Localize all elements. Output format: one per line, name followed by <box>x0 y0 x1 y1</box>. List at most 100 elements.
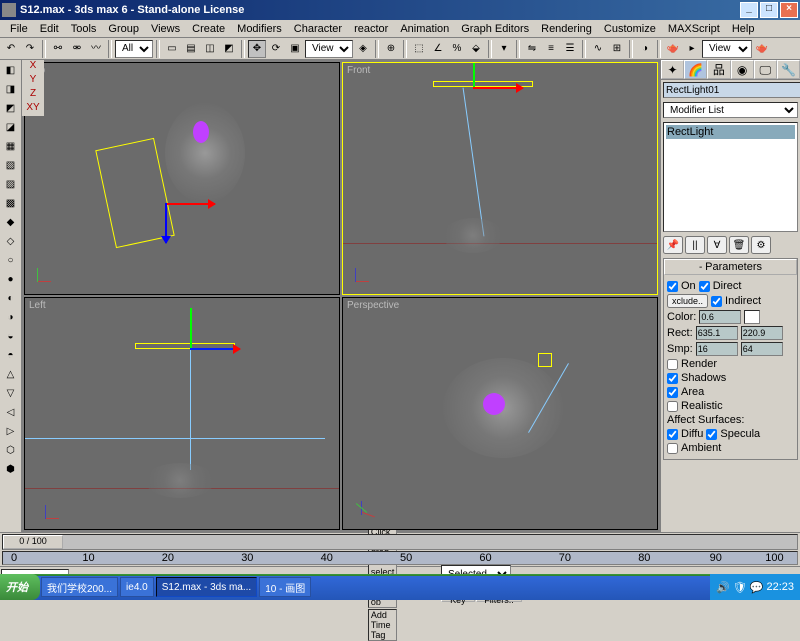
menu-grapheditors[interactable]: Graph Editors <box>455 22 535 36</box>
tool-icon[interactable]: ◨ <box>2 81 20 99</box>
selection-filter-dropdown[interactable]: All <box>115 40 153 58</box>
snap-toggle-button[interactable]: ⬚ <box>410 40 428 58</box>
shadows-checkbox[interactable] <box>667 373 678 384</box>
render-last-button[interactable]: 🫖 <box>753 40 771 58</box>
select-rotate-button[interactable]: ⟳ <box>267 40 285 58</box>
tool-icon[interactable]: ▨ <box>2 176 20 194</box>
motion-tab[interactable]: ◉ <box>731 60 754 79</box>
taskbar-item[interactable]: 10 - 画图 <box>259 577 311 597</box>
hierarchy-tab[interactable]: 品 <box>707 60 730 79</box>
modifier-stack[interactable]: RectLight <box>663 122 798 232</box>
stack-item[interactable]: RectLight <box>666 125 795 139</box>
gizmo-y-axis[interactable] <box>190 348 240 350</box>
menu-help[interactable]: Help <box>726 22 761 36</box>
render-view-dropdown[interactable]: View <box>702 40 752 58</box>
gizmo-x-axis[interactable] <box>473 87 523 89</box>
tool-icon[interactable]: ◓ <box>2 347 20 365</box>
rollout-header[interactable]: - Parameters <box>664 259 797 275</box>
bind-spacewarp-button[interactable]: 〰 <box>87 40 105 58</box>
rect-width-spinner[interactable] <box>696 326 738 340</box>
tray-icon[interactable]: 🔊 <box>716 581 730 594</box>
select-region-button[interactable]: ◫ <box>201 40 219 58</box>
tool-icon[interactable]: ▽ <box>2 385 20 403</box>
tool-icon[interactable]: ◒ <box>2 328 20 346</box>
tool-icon[interactable]: △ <box>2 366 20 384</box>
direct-checkbox[interactable] <box>699 281 710 292</box>
smp-a-spinner[interactable] <box>696 342 738 356</box>
layers-button[interactable]: ☰ <box>561 40 579 58</box>
material-editor-button[interactable]: ◑ <box>636 40 654 58</box>
color-spinner[interactable] <box>699 310 741 324</box>
system-tray[interactable]: 🔊 🛡 💬 22:23 <box>710 574 800 600</box>
tool-icon[interactable]: ⬢ <box>2 461 20 479</box>
pin-stack-button[interactable]: 📌 <box>663 236 683 254</box>
menu-tools[interactable]: Tools <box>65 22 103 36</box>
menu-maxscript[interactable]: MAXScript <box>662 22 726 36</box>
gizmo-z-axis[interactable] <box>190 308 192 348</box>
modify-tab[interactable]: 🌈 <box>684 60 707 79</box>
tool-icon[interactable]: ○ <box>2 252 20 270</box>
stack-button[interactable]: || <box>685 236 705 254</box>
axis-xy[interactable]: XY <box>22 102 44 116</box>
clock[interactable]: 22:23 <box>766 581 794 593</box>
maximize-button[interactable]: □ <box>760 2 778 18</box>
axis-x[interactable]: X <box>22 60 44 74</box>
pivot-button[interactable]: ◈ <box>354 40 372 58</box>
viewport-left[interactable]: Left <box>24 297 340 530</box>
tray-icon[interactable]: 🛡 <box>733 581 747 594</box>
menu-create[interactable]: Create <box>186 22 231 36</box>
object-name-input[interactable] <box>663 82 800 98</box>
utility-tab[interactable]: 🔧 <box>777 60 800 79</box>
tool-icon[interactable]: ◁ <box>2 404 20 422</box>
axis-z[interactable]: Z <box>22 88 44 102</box>
display-tab[interactable]: 🖵 <box>754 60 777 79</box>
tool-icon[interactable]: ◪ <box>2 119 20 137</box>
area-checkbox[interactable] <box>667 387 678 398</box>
gizmo-z-axis[interactable] <box>473 62 475 87</box>
menu-reactor[interactable]: reactor <box>348 22 394 36</box>
spinner-snap-button[interactable]: ⬙ <box>467 40 485 58</box>
mirror-button[interactable]: ⇋ <box>523 40 541 58</box>
diffuse-checkbox[interactable] <box>667 429 678 440</box>
on-checkbox[interactable] <box>667 281 678 292</box>
percent-snap-button[interactable]: % <box>448 40 466 58</box>
color-swatch[interactable] <box>744 310 760 324</box>
ambient-checkbox[interactable] <box>667 443 678 454</box>
curve-editor-button[interactable]: ∿ <box>589 40 607 58</box>
tool-icon[interactable]: ◧ <box>2 62 20 80</box>
schematic-view-button[interactable]: ⊞ <box>608 40 626 58</box>
menu-group[interactable]: Group <box>102 22 145 36</box>
menu-customize[interactable]: Customize <box>598 22 662 36</box>
realistic-checkbox[interactable] <box>667 401 678 412</box>
axis-y[interactable]: Y <box>22 74 44 88</box>
viewport-top[interactable]: Top <box>24 62 340 295</box>
menu-character[interactable]: Character <box>288 22 348 36</box>
gizmo-x-axis[interactable] <box>165 203 215 205</box>
link-button[interactable]: ⚯ <box>49 40 67 58</box>
start-button[interactable]: 开始 <box>0 574 40 600</box>
unlink-button[interactable]: ⚮ <box>68 40 86 58</box>
time-track[interactable]: 0 / 100 <box>2 534 798 550</box>
taskbar-item[interactable]: ie4.0 <box>120 577 154 597</box>
gizmo-y-axis[interactable] <box>165 203 167 243</box>
named-selset-button[interactable]: ▾ <box>495 40 513 58</box>
smp-b-spinner[interactable] <box>741 342 783 356</box>
tool-icon[interactable]: ◆ <box>2 214 20 232</box>
menu-views[interactable]: Views <box>145 22 186 36</box>
render-checkbox[interactable] <box>667 359 678 370</box>
tool-icon[interactable]: ◐ <box>2 290 20 308</box>
angle-snap-button[interactable]: ∠ <box>429 40 447 58</box>
tool-icon[interactable]: ▩ <box>2 195 20 213</box>
select-scale-button[interactable]: ▣ <box>286 40 304 58</box>
minimize-button[interactable]: _ <box>740 2 758 18</box>
viewport-front[interactable]: Front <box>342 62 658 295</box>
select-name-button[interactable]: ▤ <box>182 40 200 58</box>
tool-icon[interactable]: ◩ <box>2 100 20 118</box>
menu-edit[interactable]: Edit <box>34 22 65 36</box>
exclude-button[interactable]: xclude.. <box>667 294 708 308</box>
select-button[interactable]: ▭ <box>163 40 181 58</box>
window-crossing-button[interactable]: ◩ <box>220 40 238 58</box>
select-manipulate-button[interactable]: ⊕ <box>382 40 400 58</box>
time-handle[interactable]: 0 / 100 <box>3 535 63 549</box>
create-tab[interactable]: ✦ <box>661 60 684 79</box>
